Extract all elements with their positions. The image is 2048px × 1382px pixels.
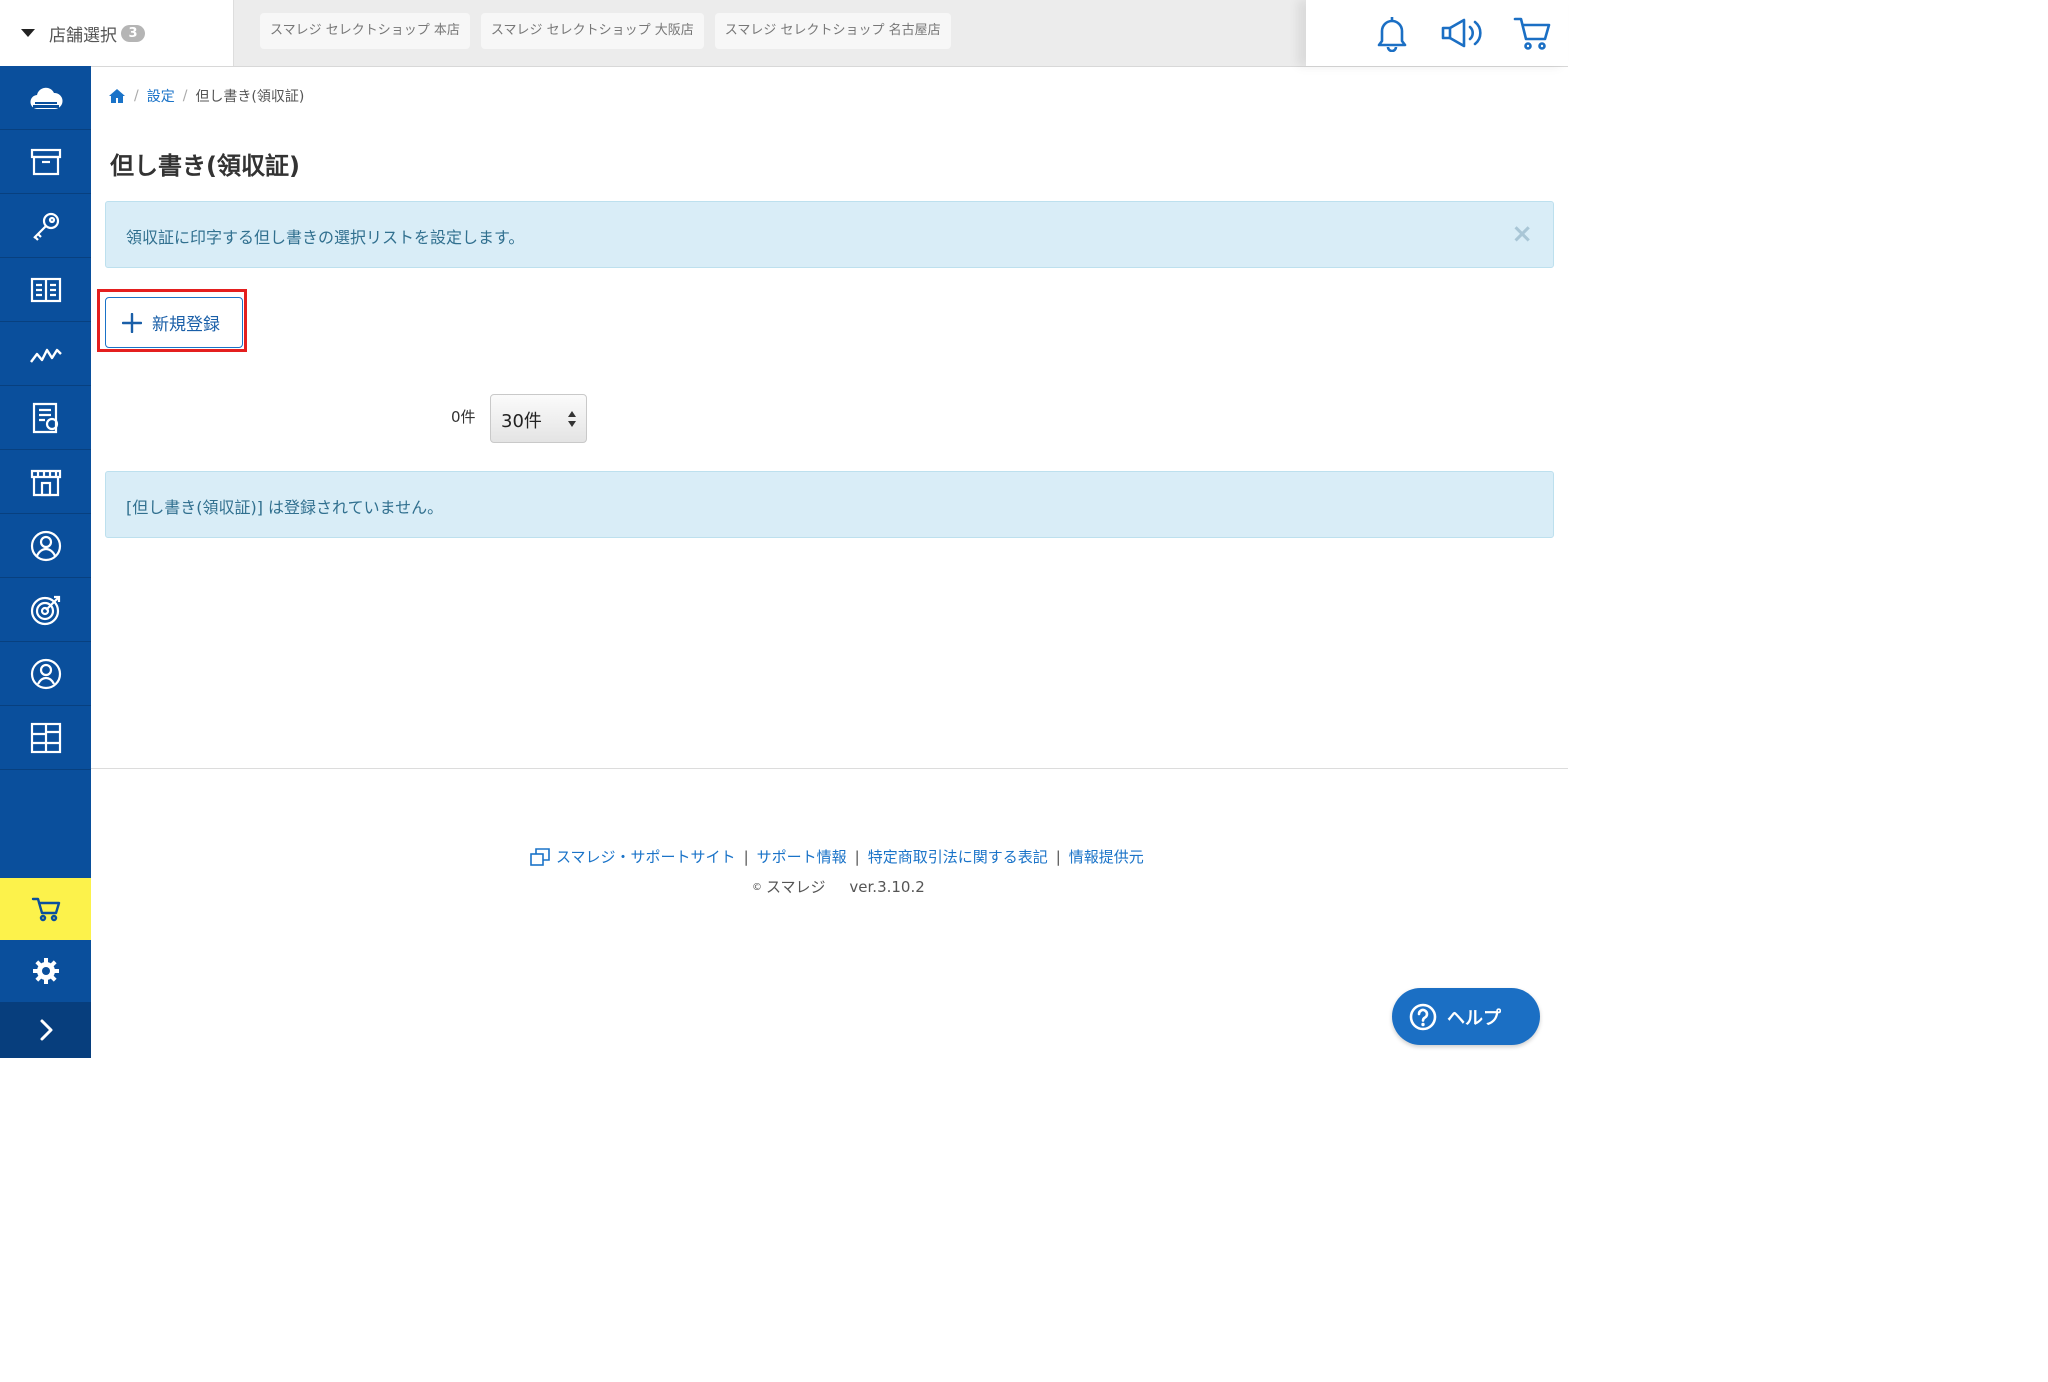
store-select-label: 店舗選択 (49, 25, 117, 46)
sidebar-item-book[interactable] (0, 258, 91, 322)
footer-separator: | (743, 847, 749, 866)
close-icon[interactable]: × (1511, 219, 1533, 249)
store-select-dropdown[interactable]: 店舗選択 3 (0, 0, 234, 66)
store-tabs: スマレジ セレクトショップ 本店 スマレジ セレクトショップ 大阪店 スマレジ … (260, 13, 951, 49)
grid-layout-icon (30, 722, 61, 753)
person-icon (30, 658, 61, 689)
target-icon (30, 595, 60, 625)
footer-divider (91, 768, 1568, 769)
info-alert: 領収証に印字する但し書きの選択リストを設定します。 × (105, 201, 1554, 268)
copyright: © スマレジ ver.3.10.2 (752, 876, 925, 897)
footer-link-legal[interactable]: 特定商取引法に関する表記 (868, 846, 1048, 867)
new-registration-label: 新規登録 (152, 315, 220, 335)
copyright-name: スマレジ (766, 878, 826, 896)
book-icon (30, 277, 61, 302)
cloud-icon (29, 87, 63, 109)
bell-icon[interactable] (1370, 11, 1414, 55)
home-icon[interactable] (108, 88, 126, 104)
version-text: ver.3.10.2 (849, 878, 925, 896)
footer-link-support-info[interactable]: サポート情報 (757, 846, 847, 867)
sidebar-item-cart[interactable] (0, 878, 91, 940)
sidebar-item-trend[interactable] (0, 322, 91, 386)
sidebar-item-cloud[interactable] (0, 66, 91, 130)
sidebar-item-report[interactable] (0, 386, 91, 450)
footer-link-support-site[interactable]: スマレジ・サポートサイト (556, 846, 736, 867)
sidebar-item-settings[interactable] (0, 940, 91, 1002)
top-right-actions (1306, 0, 1568, 66)
plus-icon (122, 312, 142, 333)
page-title: 但し書き(領収証) (110, 152, 300, 180)
sidebar-item-grid[interactable] (0, 706, 91, 770)
store-tab-honten[interactable]: スマレジ セレクトショップ 本店 (260, 13, 470, 49)
caret-down-icon (21, 29, 35, 37)
sidebar-item-store[interactable] (0, 450, 91, 514)
chevron-right-icon (40, 1019, 52, 1041)
cart-icon (31, 897, 60, 922)
sidebar-item-archive[interactable] (0, 130, 91, 194)
megaphone-icon[interactable] (1440, 11, 1484, 55)
breadcrumb-settings-link[interactable]: 設定 (147, 86, 175, 106)
per-page-select[interactable]: 30件 (490, 394, 587, 443)
empty-alert: [但し書き(領収証)] は登録されていません。 (105, 471, 1554, 538)
sidebar-expand-button[interactable] (0, 1002, 91, 1058)
copyright-symbol: © (752, 882, 762, 893)
sidebar-item-person[interactable] (0, 642, 91, 706)
gear-icon (32, 958, 59, 984)
store-tab-nagoya[interactable]: スマレジ セレクトショップ 名古屋店 (714, 13, 951, 49)
help-label: ヘルプ (1447, 1007, 1501, 1029)
footer-separator: | (854, 847, 860, 866)
sidebar-item-user[interactable] (0, 514, 91, 578)
sidebar (0, 66, 91, 1058)
key-icon (32, 212, 59, 241)
footer-link-provider[interactable]: 情報提供元 (1069, 846, 1144, 867)
question-circle-icon (1409, 1003, 1437, 1030)
store-count-badge: 3 (121, 24, 145, 42)
help-button[interactable]: ヘルプ (1392, 988, 1540, 1045)
new-registration-button[interactable]: 新規登録 (105, 297, 243, 348)
external-link-icon (530, 847, 550, 866)
user-circle-icon (30, 530, 61, 561)
result-count: 0件 (451, 408, 476, 426)
empty-alert-text: [但し書き(領収証)] は登録されていません。 (126, 498, 444, 517)
store-tab-osaka[interactable]: スマレジ セレクトショップ 大阪店 (480, 13, 704, 49)
breadcrumb: / 設定 / 但し書き(領収証) (108, 86, 304, 106)
footer-links: スマレジ・サポートサイト | サポート情報 | 特定商取引法に関する表記 | 情… (530, 846, 1144, 867)
per-page-value: 30件 (501, 411, 542, 432)
select-arrows-icon (568, 411, 576, 427)
trend-chart-icon (29, 348, 62, 363)
report-icon (32, 402, 58, 433)
top-bar: 店舗選択 3 スマレジ セレクトショップ 本店 スマレジ セレクトショップ 大阪… (0, 0, 1568, 67)
cart-icon[interactable] (1510, 11, 1554, 55)
sidebar-item-key[interactable] (0, 194, 91, 258)
breadcrumb-separator: / (134, 88, 139, 104)
sidebar-item-target[interactable] (0, 578, 91, 642)
store-icon (30, 469, 61, 496)
info-alert-text: 領収証に印字する但し書きの選択リストを設定します。 (126, 228, 525, 247)
breadcrumb-current: 但し書き(領収証) (195, 89, 305, 105)
archive-box-icon (30, 148, 61, 175)
breadcrumb-separator: / (182, 88, 188, 104)
footer-separator: | (1055, 847, 1061, 866)
